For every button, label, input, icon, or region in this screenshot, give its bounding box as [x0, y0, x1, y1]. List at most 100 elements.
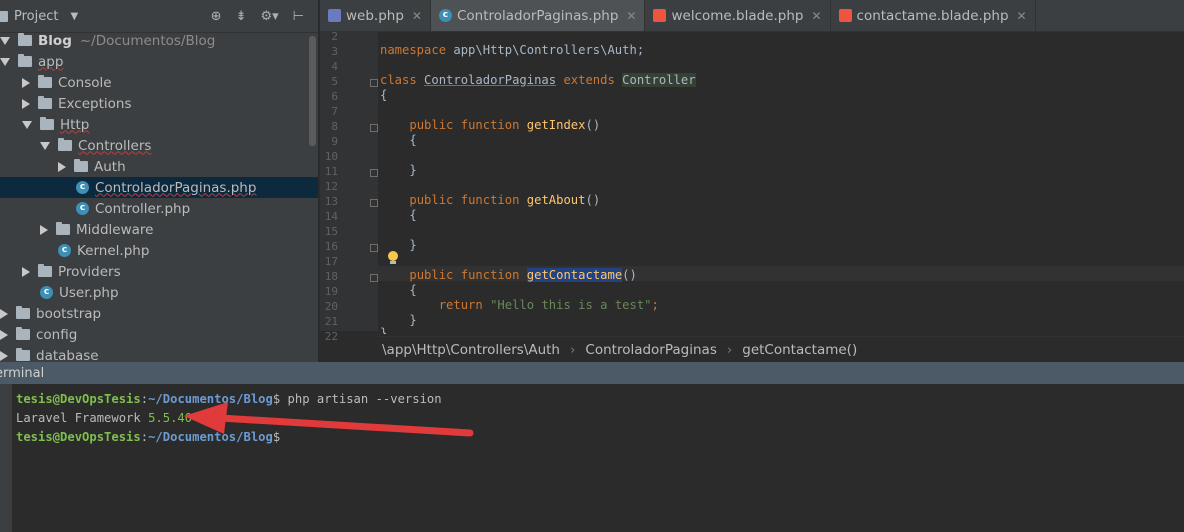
code-line-8[interactable]: public function getIndex(): [380, 118, 600, 132]
code-line-3[interactable]: namespace app\Http\Controllers\Auth;: [380, 43, 644, 57]
gear-icon[interactable]: ⚙▾: [260, 9, 278, 24]
line-number: 7: [331, 105, 338, 118]
code-line-6[interactable]: {: [380, 88, 387, 102]
chevron-down-icon[interactable]: [40, 141, 50, 150]
chevron-right-icon[interactable]: [0, 350, 8, 361]
chevron-down-icon[interactable]: [22, 120, 32, 129]
fold-marker-icon[interactable]: [370, 274, 378, 282]
tree-item-controladorpaginas-php[interactable]: c ControladorPaginas.php: [0, 177, 318, 198]
tree-item-label: Http: [60, 116, 90, 133]
tree-item-blog[interactable]: Blog ~/Documentos/Blog: [0, 30, 318, 51]
fold-marker-icon[interactable]: [370, 169, 378, 177]
fold-marker-icon[interactable]: [370, 199, 378, 207]
tree-item-label: Controller.php: [95, 200, 191, 217]
folder-icon: [56, 222, 70, 235]
terminal-header: erminal: [0, 362, 1184, 384]
editor-tabs: web.php ✕ c ControladorPaginas.php ✕ welcome.…: [320, 0, 1184, 32]
chevron-right-icon[interactable]: [0, 308, 8, 319]
tab-contactame-blade-php[interactable]: contactame.blade.php ✕: [831, 0, 1036, 31]
tree-item-exceptions[interactable]: Exceptions: [0, 93, 318, 114]
tree-item-providers[interactable]: Providers: [0, 261, 318, 282]
chevron-right-icon[interactable]: [22, 98, 30, 109]
chevron-down-icon[interactable]: [0, 36, 10, 45]
code-line-16[interactable]: }: [380, 238, 416, 252]
close-icon[interactable]: ✕: [412, 9, 422, 23]
folder-icon: [38, 75, 52, 88]
chevron-right-icon[interactable]: [22, 77, 30, 88]
tab-web-php[interactable]: web.php ✕: [320, 0, 431, 31]
fold-marker-icon[interactable]: [370, 124, 378, 132]
php-class-icon: c: [438, 9, 452, 22]
code-line-22[interactable]: }: [380, 326, 387, 334]
line-number: 14: [324, 210, 338, 223]
folder-icon: [18, 54, 32, 67]
tree-item-user-php[interactable]: c User.php: [0, 282, 318, 303]
fold-marker-icon[interactable]: [370, 244, 378, 252]
code-line-13[interactable]: public function getAbout(): [380, 193, 600, 207]
lightbulb-icon[interactable]: [388, 251, 398, 264]
terminal-title[interactable]: erminal: [0, 366, 44, 381]
tree-item-app[interactable]: app: [0, 51, 318, 72]
project-folder-icon: [0, 10, 8, 22]
php-class-icon: c: [40, 286, 53, 299]
chevron-right-icon[interactable]: [0, 329, 8, 340]
project-title[interactable]: Project: [14, 9, 58, 24]
chevron-down-icon[interactable]: ▼: [70, 11, 78, 22]
tree-item-middleware[interactable]: Middleware: [0, 219, 318, 240]
chevron-right-icon[interactable]: [58, 161, 66, 172]
tree-item-http[interactable]: Http: [0, 114, 318, 135]
tab-controladorpaginas-php[interactable]: c ControladorPaginas.php ✕: [430, 0, 646, 31]
breadcrumb-item[interactable]: \app\Http\Controllers\Auth: [382, 342, 560, 358]
project-header: Project ▼ ⊕ ⇟ ⚙▾ ⊢: [0, 0, 318, 33]
line-number: 11: [324, 165, 338, 178]
breadcrumb-item[interactable]: ControladorPaginas: [585, 342, 716, 358]
breadcrumb-item[interactable]: getContactame(): [742, 342, 857, 358]
close-icon[interactable]: ✕: [811, 9, 821, 23]
chevron-right-icon[interactable]: [40, 224, 48, 235]
line-number: 15: [324, 225, 338, 238]
fold-marker-icon[interactable]: [370, 79, 378, 87]
terminal-line-2[interactable]: Laravel Framework 5.5.40: [16, 411, 192, 425]
line-number: 19: [324, 285, 338, 298]
tree-item-label: Blog: [38, 32, 72, 49]
tree-item-label: Providers: [58, 263, 121, 280]
tree-item-label: ControladorPaginas.php: [95, 179, 257, 196]
chevron-down-icon[interactable]: [0, 57, 10, 66]
line-number: 12: [324, 180, 338, 193]
blade-file-icon: [838, 9, 852, 22]
folder-icon: [40, 117, 54, 130]
editor: web.php ✕ c ControladorPaginas.php ✕ welcome.…: [320, 0, 1184, 363]
line-number: 16: [324, 240, 338, 253]
code-line-9[interactable]: {: [380, 133, 416, 147]
tree-item-bootstrap[interactable]: bootstrap: [0, 303, 318, 324]
code-line-19[interactable]: {: [380, 283, 416, 297]
tree-item-config[interactable]: config: [0, 324, 318, 345]
tree-item-controller-php[interactable]: c Controller.php: [0, 198, 318, 219]
code-line-5[interactable]: class ControladorPaginas extends Control…: [380, 73, 696, 87]
terminal-toolbar: [0, 384, 12, 532]
tree-item-label: Middleware: [76, 221, 154, 238]
hide-icon[interactable]: ⊢: [293, 9, 304, 24]
target-icon[interactable]: ⊕: [211, 9, 222, 24]
close-icon[interactable]: ✕: [1017, 9, 1027, 23]
chevron-right-icon[interactable]: [22, 266, 30, 277]
line-number: 10: [324, 150, 338, 163]
tree-item-auth[interactable]: Auth: [0, 156, 318, 177]
folder-icon: [58, 138, 72, 151]
tab-welcome-blade-php[interactable]: welcome.blade.php ✕: [645, 0, 831, 31]
code-line-14[interactable]: {: [380, 208, 416, 222]
tree-item-controllers[interactable]: Controllers: [0, 135, 318, 156]
project-scrollbar[interactable]: [309, 36, 316, 146]
collapse-icon[interactable]: ⇟: [236, 9, 247, 24]
close-icon[interactable]: ✕: [626, 9, 636, 23]
tree-item-console[interactable]: Console: [0, 72, 318, 93]
tree-item-label: Console: [58, 74, 112, 91]
code-line-18[interactable]: public function getContactame(): [380, 268, 637, 282]
tree-item-kernel-php[interactable]: c Kernel.php: [0, 240, 318, 261]
line-number: 18: [324, 270, 338, 283]
code-line-11[interactable]: }: [380, 163, 416, 177]
tree-item-label: Controllers: [78, 137, 152, 154]
code-line-20[interactable]: return "Hello this is a test";: [380, 298, 659, 312]
code-line-21[interactable]: }: [380, 313, 416, 327]
blade-file-icon: [653, 9, 667, 22]
